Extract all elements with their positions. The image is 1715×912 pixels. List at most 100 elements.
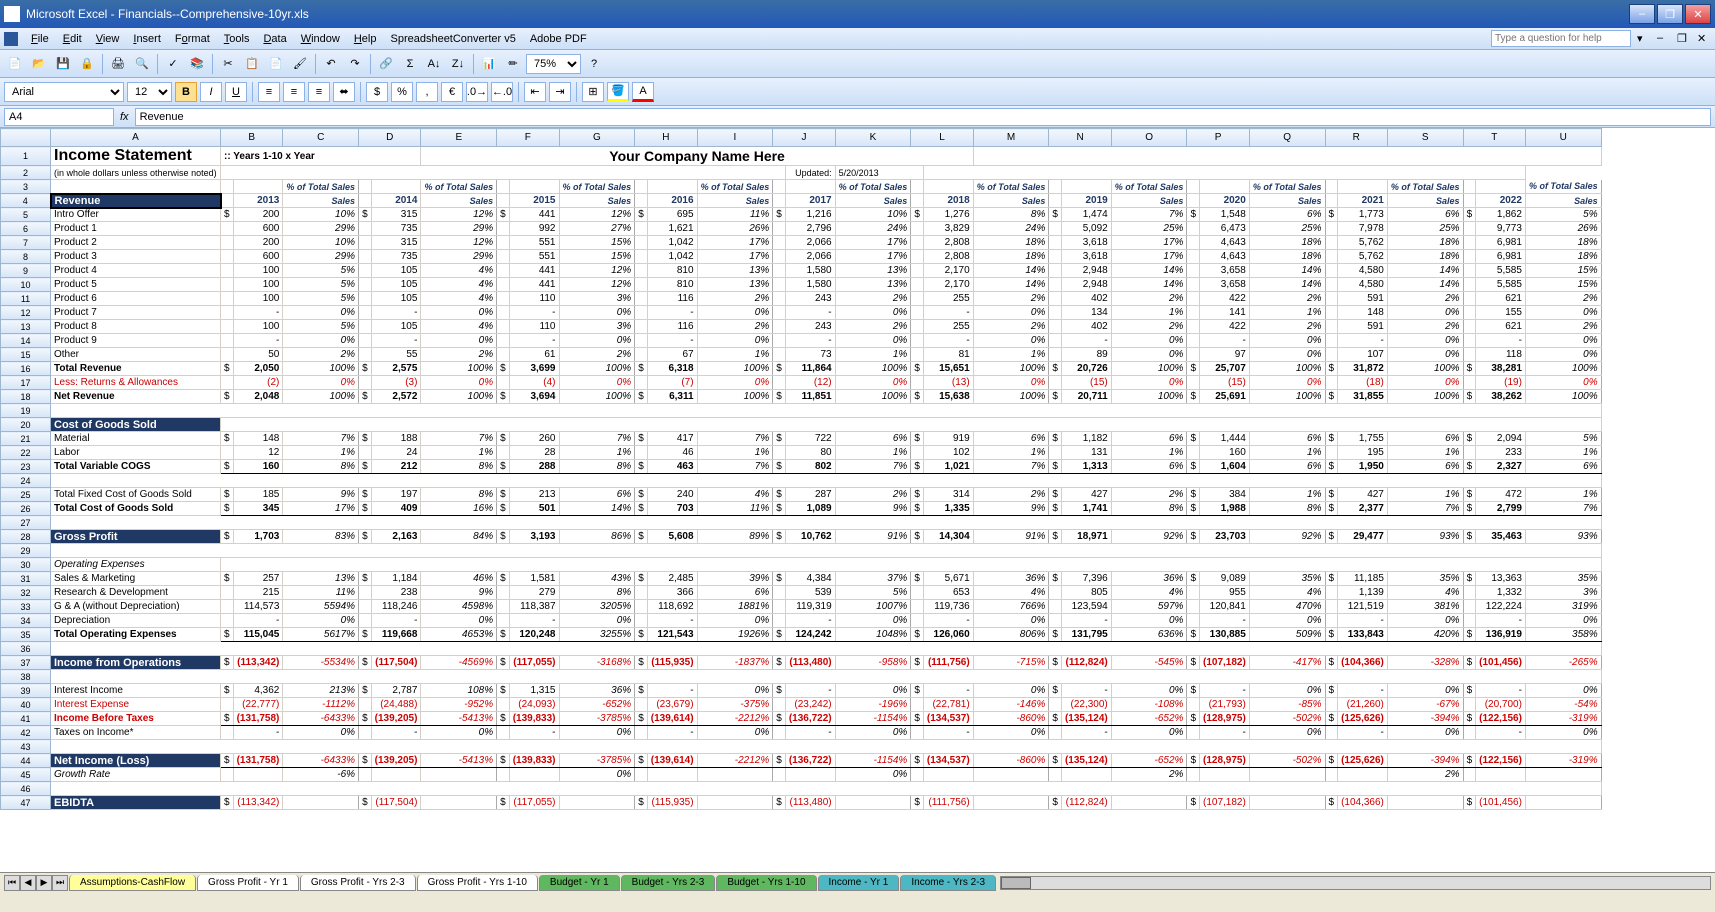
cell[interactable] bbox=[1049, 292, 1062, 306]
cell[interactable]: 1,703 bbox=[233, 530, 283, 544]
cell[interactable]: (117,055) bbox=[509, 656, 559, 670]
cell[interactable] bbox=[1187, 320, 1200, 334]
cell[interactable]: 100% bbox=[697, 362, 773, 376]
row-header[interactable]: 37 bbox=[1, 656, 51, 670]
cell[interactable]: 3% bbox=[1525, 586, 1601, 600]
cell[interactable]: -3785% bbox=[559, 754, 635, 768]
cell[interactable]: 13% bbox=[835, 278, 911, 292]
cell[interactable]: $ bbox=[221, 502, 234, 516]
row-header[interactable]: 22 bbox=[1, 446, 51, 460]
cell[interactable]: (115,935) bbox=[647, 656, 697, 670]
cell[interactable]: 4,643 bbox=[1200, 236, 1250, 250]
col-header[interactable]: P bbox=[1187, 129, 1249, 147]
cell[interactable]: 0% bbox=[1111, 684, 1187, 698]
cell[interactable] bbox=[1463, 614, 1476, 628]
cell[interactable] bbox=[497, 292, 510, 306]
cell[interactable]: $ bbox=[221, 530, 234, 544]
cell[interactable]: $ bbox=[1463, 530, 1476, 544]
cell[interactable]: 6% bbox=[835, 432, 911, 446]
cell[interactable]: 0% bbox=[697, 684, 773, 698]
cell[interactable]: 11% bbox=[283, 586, 359, 600]
cell[interactable]: 4,384 bbox=[785, 572, 835, 586]
cell[interactable]: 14% bbox=[1387, 264, 1463, 278]
cell[interactable] bbox=[497, 446, 510, 460]
cell[interactable]: 1,580 bbox=[785, 278, 835, 292]
cell[interactable]: 4% bbox=[697, 488, 773, 502]
cell[interactable]: 118 bbox=[1476, 348, 1526, 362]
cell[interactable]: 29% bbox=[283, 222, 359, 236]
cell[interactable]: 0% bbox=[973, 306, 1049, 320]
cell[interactable]: 26% bbox=[697, 222, 773, 236]
cell[interactable]: 2,170 bbox=[923, 264, 973, 278]
font-color-button[interactable]: A bbox=[632, 82, 654, 102]
merge-button[interactable]: ⬌ bbox=[333, 82, 355, 102]
cell[interactable]: $ bbox=[1187, 712, 1200, 726]
cell[interactable]: 2% bbox=[559, 348, 635, 362]
cell[interactable] bbox=[497, 726, 510, 740]
cell[interactable]: 29,477 bbox=[1338, 530, 1388, 544]
cell[interactable]: $ bbox=[497, 796, 510, 810]
cell[interactable]: (104,366) bbox=[1338, 796, 1388, 810]
cell[interactable]: (128,975) bbox=[1200, 754, 1250, 768]
cell[interactable]: 7% bbox=[1525, 502, 1601, 516]
cell[interactable]: $ bbox=[221, 754, 234, 768]
cell[interactable]: $ bbox=[1187, 460, 1200, 474]
cell[interactable]: 67 bbox=[647, 348, 697, 362]
cell[interactable] bbox=[359, 236, 372, 250]
cell[interactable]: 1% bbox=[835, 348, 911, 362]
cell[interactable]: 358% bbox=[1525, 628, 1601, 642]
cell[interactable]: $ bbox=[1463, 460, 1476, 474]
row-header[interactable]: 3 bbox=[1, 180, 51, 194]
row-label[interactable]: Total Variable COGS bbox=[51, 460, 221, 474]
cell[interactable]: 118,246 bbox=[371, 600, 421, 614]
cell[interactable]: 131 bbox=[1061, 446, 1111, 460]
cell[interactable]: $ bbox=[1463, 796, 1476, 810]
cell[interactable]: 2,170 bbox=[923, 278, 973, 292]
row-header[interactable]: 15 bbox=[1, 348, 51, 362]
cell[interactable]: 14% bbox=[559, 502, 635, 516]
cell[interactable] bbox=[359, 446, 372, 460]
cell[interactable]: 2,796 bbox=[785, 222, 835, 236]
cell[interactable] bbox=[1187, 222, 1200, 236]
cell[interactable]: 141 bbox=[1200, 306, 1250, 320]
cell[interactable]: (135,124) bbox=[1061, 712, 1111, 726]
cell[interactable]: 3205% bbox=[559, 600, 635, 614]
row-header[interactable]: 16 bbox=[1, 362, 51, 376]
sheet-tab[interactable]: Budget - Yrs 1-10 bbox=[716, 875, 816, 891]
cell[interactable]: 600 bbox=[233, 250, 283, 264]
cell[interactable]: (107,182) bbox=[1200, 796, 1250, 810]
cell[interactable] bbox=[1325, 600, 1338, 614]
col-header[interactable]: K bbox=[835, 129, 911, 147]
cell[interactable]: 0% bbox=[1111, 334, 1187, 348]
cell[interactable]: 126,060 bbox=[923, 628, 973, 642]
row-header[interactable]: 34 bbox=[1, 614, 51, 628]
cell[interactable] bbox=[911, 306, 924, 320]
cell[interactable]: $ bbox=[359, 684, 372, 698]
cell[interactable]: $ bbox=[1325, 488, 1338, 502]
cell[interactable]: 1,580 bbox=[785, 264, 835, 278]
menu-edit[interactable]: Edit bbox=[56, 31, 89, 47]
cell[interactable] bbox=[1463, 586, 1476, 600]
cell[interactable]: -6433% bbox=[283, 754, 359, 768]
cell[interactable]: $ bbox=[1325, 712, 1338, 726]
cell[interactable]: 2,048 bbox=[233, 390, 283, 404]
cell[interactable]: 10,762 bbox=[785, 530, 835, 544]
cell[interactable] bbox=[1463, 600, 1476, 614]
cell[interactable]: $ bbox=[1187, 796, 1200, 810]
cell[interactable]: 591 bbox=[1338, 320, 1388, 334]
cell[interactable]: (117,055) bbox=[509, 796, 559, 810]
row-label[interactable]: Income from Operations bbox=[51, 656, 221, 670]
cell[interactable]: $ bbox=[1049, 488, 1062, 502]
cell[interactable] bbox=[635, 250, 648, 264]
row-header[interactable]: 29 bbox=[1, 544, 51, 558]
cell[interactable]: - bbox=[785, 334, 835, 348]
cell[interactable]: 5,762 bbox=[1338, 236, 1388, 250]
cell[interactable]: $ bbox=[1325, 572, 1338, 586]
cell[interactable]: $ bbox=[911, 754, 924, 768]
cell[interactable]: -6433% bbox=[283, 712, 359, 726]
cell[interactable]: 0% bbox=[697, 614, 773, 628]
cell[interactable]: $ bbox=[359, 362, 372, 376]
cell[interactable]: $ bbox=[1325, 684, 1338, 698]
col-header[interactable]: U bbox=[1525, 129, 1601, 147]
row-label[interactable]: Research & Development bbox=[51, 586, 221, 600]
